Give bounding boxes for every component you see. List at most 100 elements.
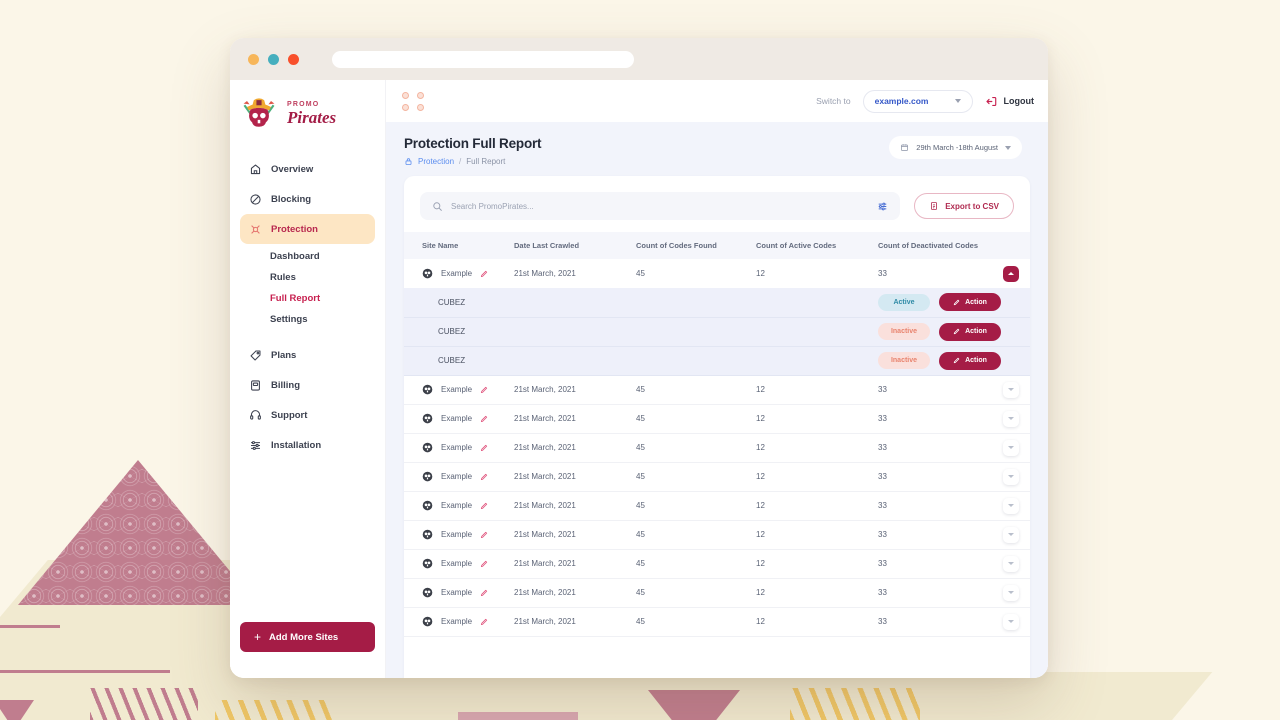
cell-deactivated-codes: 33: [878, 520, 1003, 550]
pirate-skull-favicon: [422, 471, 433, 482]
row-action-button[interactable]: Action: [939, 293, 1001, 312]
sidebar-item-protection[interactable]: Protection: [240, 214, 375, 244]
status-badge: Inactive: [878, 323, 930, 340]
sidebar-item-support[interactable]: Support: [240, 400, 375, 430]
cell-toggle: [1003, 549, 1030, 579]
sidebar-item-label: Support: [271, 409, 308, 421]
table-row[interactable]: Example 21st March, 2021 45 12 33: [404, 549, 1030, 579]
row-expand-button[interactable]: [1003, 613, 1019, 630]
row-expand-button[interactable]: [1003, 439, 1019, 456]
cell-deactivated-codes: 33: [878, 549, 1003, 579]
topbar: Switch to example.com Logout: [386, 80, 1048, 122]
cell-toggle: [1003, 375, 1030, 405]
row-expand-button[interactable]: [1003, 584, 1019, 601]
table-row[interactable]: Example 21st March, 2021 45 12 33: [404, 259, 1030, 288]
pencil-edit-icon[interactable]: [480, 560, 488, 568]
cell-deactivated-codes: 33: [878, 462, 1003, 492]
table-subrow[interactable]: CUBEZ Active Action: [404, 288, 1030, 318]
sidebar-item-billing[interactable]: Billing: [240, 370, 375, 400]
lock-icon: [405, 158, 412, 165]
pencil-edit-icon[interactable]: [480, 444, 488, 452]
sidebar-item-blocking[interactable]: Blocking: [240, 184, 375, 214]
row-expand-button[interactable]: [1003, 410, 1019, 427]
table-row[interactable]: Example 21st March, 2021 45 12 33: [404, 578, 1030, 608]
window-close-dot[interactable]: [288, 53, 299, 65]
pencil-edit-icon[interactable]: [480, 618, 488, 626]
table-subrow[interactable]: CUBEZ Inactive Action: [404, 346, 1030, 376]
main-content: Switch to example.com Logout Protection …: [386, 80, 1048, 678]
search-input[interactable]: [451, 201, 870, 211]
column-active-codes[interactable]: Count of Active Codes: [756, 232, 878, 259]
deco-hatch-gold-left: [215, 700, 335, 720]
table-row[interactable]: Example 21st March, 2021 45 12 33: [404, 491, 1030, 521]
sidebar-subitem-settings[interactable]: Settings: [240, 309, 375, 330]
column-date-last-crawled[interactable]: Date Last Crawled: [514, 232, 636, 259]
add-more-sites-label: Add More Sites: [269, 631, 339, 643]
add-more-sites-button[interactable]: + Add More Sites: [240, 622, 375, 652]
browser-url-bar[interactable]: [332, 50, 634, 68]
row-collapse-button[interactable]: [1003, 265, 1019, 282]
filter-sliders-icon[interactable]: [877, 201, 888, 212]
cell-active-codes: 12: [756, 578, 878, 608]
row-expand-button[interactable]: [1003, 555, 1019, 572]
export-to-csv-button[interactable]: Export to CSV: [914, 193, 1014, 219]
chevron-up-icon: [1008, 272, 1014, 275]
date-range-value: 29th March -18th August: [916, 143, 998, 152]
search-icon: [433, 201, 442, 211]
column-site-name[interactable]: Site Name: [404, 232, 514, 259]
chevron-down-icon: [1008, 388, 1014, 391]
site-name-text: Example: [441, 501, 473, 510]
cell-toggle: [1003, 578, 1030, 608]
table-row[interactable]: Example 21st March, 2021 45 12 33: [404, 433, 1030, 463]
pencil-edit-icon[interactable]: [480, 386, 488, 394]
sidebar-item-label: Billing: [271, 379, 301, 391]
sidebar-subitem-rules[interactable]: Rules: [240, 267, 375, 288]
sidebar-subitem-full-report[interactable]: Full Report: [240, 288, 375, 309]
window-minimize-dot[interactable]: [248, 53, 259, 65]
table-row[interactable]: Example 21st March, 2021 45 12 33: [404, 462, 1030, 492]
sidebar-subitem-dashboard[interactable]: Dashboard: [240, 246, 375, 267]
logout-button[interactable]: Logout: [985, 95, 1034, 108]
sidebar-item-overview[interactable]: Overview: [240, 154, 375, 184]
pencil-edit-icon[interactable]: [480, 473, 488, 481]
site-select-dropdown[interactable]: example.com: [862, 89, 973, 113]
table-row[interactable]: Example 21st March, 2021 45 12 33: [404, 520, 1030, 550]
pirate-skull-favicon: [422, 384, 433, 395]
row-action-button[interactable]: Action: [939, 322, 1001, 341]
deco-line-2: [0, 670, 170, 673]
date-range-picker[interactable]: 29th March -18th August: [889, 136, 1022, 159]
table-scroll-area[interactable]: Site Name Date Last Crawled Count of Cod…: [404, 232, 1030, 678]
site-name-text: Example: [441, 588, 473, 597]
status-badge: Inactive: [878, 352, 930, 369]
table-row[interactable]: Example 21st March, 2021 45 12 33: [404, 607, 1030, 637]
dot-grid-icon[interactable]: [402, 91, 427, 111]
search-box[interactable]: [420, 192, 901, 220]
table-subrow[interactable]: CUBEZ Inactive Action: [404, 317, 1030, 347]
brand-logo[interactable]: PROMO Pirates: [230, 80, 385, 146]
breadcrumb-protection-link[interactable]: Protection: [418, 157, 454, 166]
row-expand-button[interactable]: [1003, 381, 1019, 398]
column-codes-found[interactable]: Count of Codes Found: [636, 232, 756, 259]
pencil-edit-icon[interactable]: [480, 502, 488, 510]
row-expand-button[interactable]: [1003, 468, 1019, 485]
table-row[interactable]: Example 21st March, 2021 45 12 33: [404, 404, 1030, 434]
sidebar-item-plans[interactable]: Plans: [240, 340, 375, 370]
sidebar-item-installation[interactable]: Installation: [240, 430, 375, 460]
cell-active-codes: 12: [756, 520, 878, 550]
breadcrumb-current: Full Report: [466, 157, 506, 166]
cell-site-name: Example: [404, 259, 514, 288]
chevron-down-icon: [954, 99, 961, 103]
pencil-edit-icon[interactable]: [480, 270, 488, 278]
row-action-button[interactable]: Action: [939, 351, 1001, 370]
window-maximize-dot[interactable]: [268, 53, 279, 65]
cell-codes-found: 45: [636, 520, 756, 550]
table-row[interactable]: Example 21st March, 2021 45 12 33: [404, 375, 1030, 405]
pencil-edit-icon[interactable]: [480, 415, 488, 423]
pencil-edit-icon[interactable]: [480, 589, 488, 597]
row-expand-button[interactable]: [1003, 526, 1019, 543]
cell-date: 21st March, 2021: [514, 462, 636, 492]
row-expand-button[interactable]: [1003, 497, 1019, 514]
pencil-edit-icon[interactable]: [480, 531, 488, 539]
cell-toggle: [1003, 433, 1030, 463]
column-deactivated-codes[interactable]: Count of Deactivated Codes: [878, 232, 1003, 259]
